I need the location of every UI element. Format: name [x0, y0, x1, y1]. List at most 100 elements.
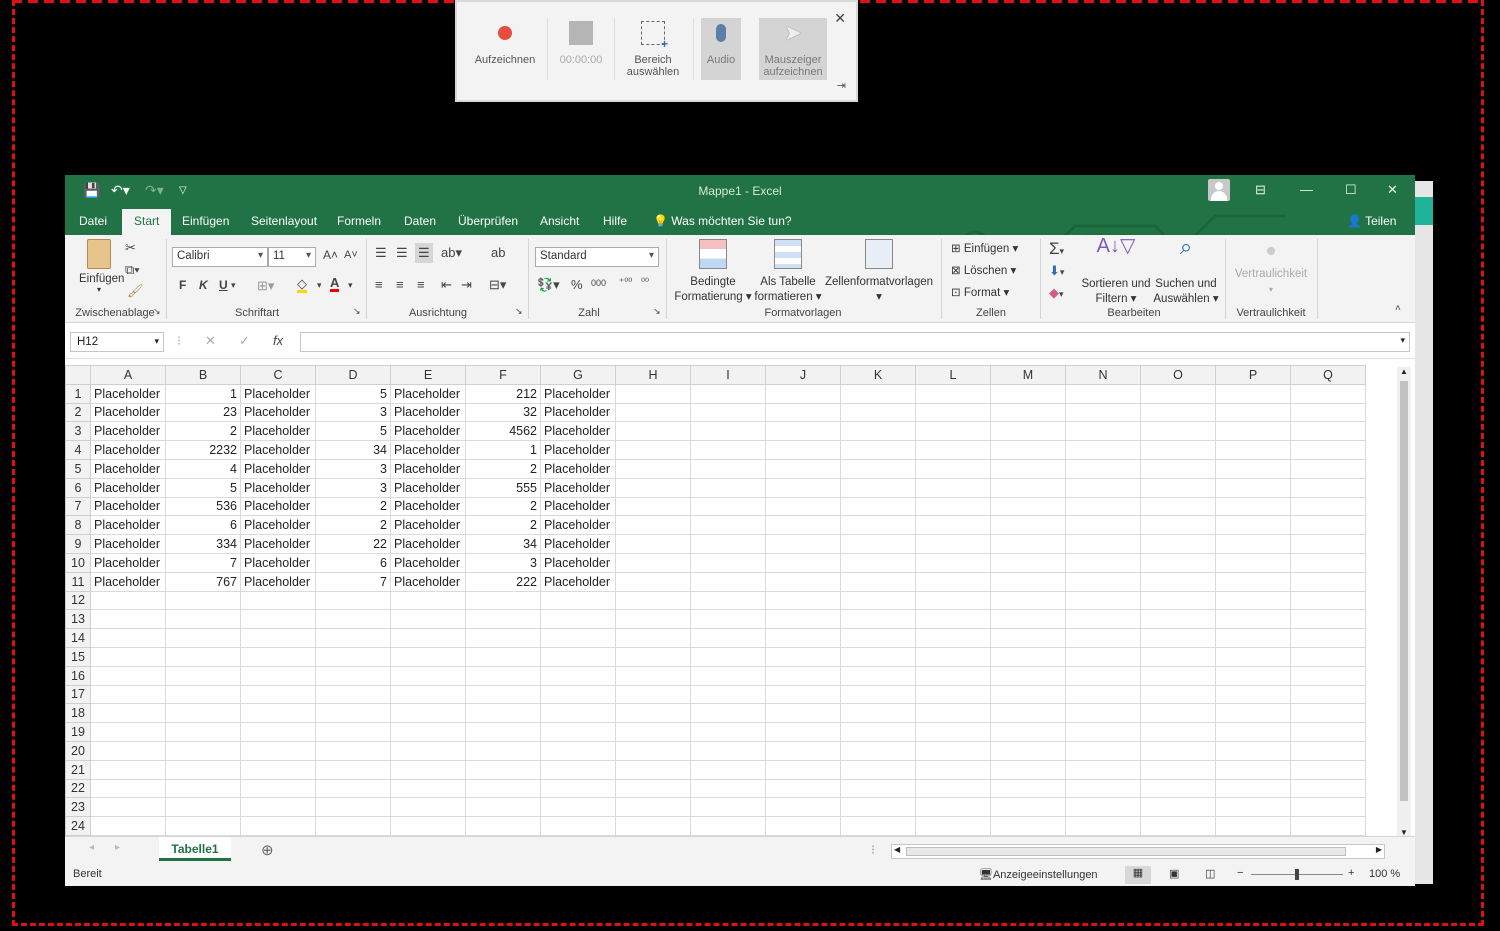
cell-n8[interactable]: [1065, 515, 1141, 536]
cell-q1[interactable]: [1290, 383, 1366, 404]
cell-o6[interactable]: [1140, 477, 1216, 498]
cell-q23[interactable]: [1290, 797, 1366, 818]
cell-i9[interactable]: [690, 534, 766, 554]
cell-p3[interactable]: [1215, 421, 1291, 442]
font-size-select[interactable]: 11 ▾: [268, 247, 316, 267]
cell-c15[interactable]: [240, 646, 316, 667]
delete-cells-button[interactable]: ⊠ Löschen ▾: [951, 263, 1016, 277]
cell-k8[interactable]: [840, 515, 916, 536]
cell-q5[interactable]: [1290, 458, 1366, 479]
cell-l15[interactable]: [915, 646, 991, 667]
cell-h13[interactable]: [615, 609, 691, 630]
align-right-icon[interactable]: ≡: [417, 277, 425, 292]
cell-m10[interactable]: [990, 552, 1066, 573]
cell-l10[interactable]: [915, 552, 991, 573]
cell-n6[interactable]: [1065, 477, 1141, 498]
cell-h16[interactable]: [615, 665, 691, 686]
close-icon[interactable]: ✕: [834, 10, 846, 27]
cell-e8[interactable]: Placeholder: [390, 515, 466, 536]
cell-e22[interactable]: [390, 778, 466, 799]
cell-m23[interactable]: [990, 797, 1066, 818]
cell-g12[interactable]: [540, 590, 616, 611]
cell-p21[interactable]: [1215, 759, 1291, 780]
cell-q6[interactable]: [1290, 477, 1366, 498]
row-header[interactable]: 6: [65, 477, 91, 498]
column-header-e[interactable]: E: [390, 365, 466, 385]
cell-o21[interactable]: [1140, 759, 1216, 780]
cell-j3[interactable]: [765, 421, 841, 442]
number-format-select[interactable]: Standard ▾: [535, 247, 659, 267]
cell-j9[interactable]: [765, 534, 841, 554]
column-header-g[interactable]: G: [540, 365, 616, 385]
row-header[interactable]: 3: [65, 421, 91, 442]
cell-d13[interactable]: [315, 609, 391, 630]
cell-l12[interactable]: [915, 590, 991, 611]
column-header-a[interactable]: A: [90, 365, 166, 385]
cell-a15[interactable]: [90, 646, 166, 667]
cell-a9[interactable]: Placeholder: [90, 534, 166, 554]
cell-m14[interactable]: [990, 628, 1066, 648]
cell-h17[interactable]: [615, 684, 691, 705]
cell-h6[interactable]: [615, 477, 691, 498]
cell-n17[interactable]: [1065, 684, 1141, 705]
cell-g10[interactable]: Placeholder: [540, 552, 616, 573]
column-header-j[interactable]: J: [765, 365, 841, 385]
percent-icon[interactable]: %: [571, 277, 583, 292]
cell-f5[interactable]: 2: [465, 458, 541, 479]
cell-m20[interactable]: [990, 740, 1066, 761]
cell-k13[interactable]: [840, 609, 916, 630]
cell-h7[interactable]: [615, 496, 691, 517]
cell-d1[interactable]: 5: [315, 383, 391, 404]
cell-g20[interactable]: [540, 740, 616, 761]
cell-q12[interactable]: [1290, 590, 1366, 611]
cell-n24[interactable]: [1065, 816, 1141, 836]
cell-c21[interactable]: [240, 759, 316, 780]
cell-f1[interactable]: 212: [465, 383, 541, 404]
cell-i20[interactable]: [690, 740, 766, 761]
cell-d22[interactable]: [315, 778, 391, 799]
cell-e13[interactable]: [390, 609, 466, 630]
cell-m9[interactable]: [990, 534, 1066, 554]
cell-j8[interactable]: [765, 515, 841, 536]
account-avatar[interactable]: [1208, 179, 1230, 201]
cell-o22[interactable]: [1140, 778, 1216, 799]
cell-styles-button[interactable]: Zellenformatvorlagen ▾: [823, 239, 935, 305]
cell-o1[interactable]: [1140, 383, 1216, 404]
row-header[interactable]: 1: [65, 383, 91, 404]
cell-b10[interactable]: 7: [165, 552, 241, 573]
cell-i10[interactable]: [690, 552, 766, 573]
cell-i2[interactable]: [690, 402, 766, 423]
cell-j7[interactable]: [765, 496, 841, 517]
cell-j12[interactable]: [765, 590, 841, 611]
cell-b19[interactable]: [165, 722, 241, 742]
cell-p8[interactable]: [1215, 515, 1291, 536]
cell-p16[interactable]: [1215, 665, 1291, 686]
cell-o12[interactable]: [1140, 590, 1216, 611]
cell-l21[interactable]: [915, 759, 991, 780]
cell-d4[interactable]: 34: [315, 440, 391, 460]
cell-c16[interactable]: [240, 665, 316, 686]
cell-q16[interactable]: [1290, 665, 1366, 686]
cell-n7[interactable]: [1065, 496, 1141, 517]
cell-d24[interactable]: [315, 816, 391, 836]
cell-e6[interactable]: Placeholder: [390, 477, 466, 498]
tab-page-layout[interactable]: Seitenlayout: [239, 211, 329, 235]
cell-i24[interactable]: [690, 816, 766, 836]
cell-i21[interactable]: [690, 759, 766, 780]
cell-d5[interactable]: 3: [315, 458, 391, 479]
cell-f3[interactable]: 4562: [465, 421, 541, 442]
cell-b7[interactable]: 536: [165, 496, 241, 517]
cell-a7[interactable]: Placeholder: [90, 496, 166, 517]
cell-e4[interactable]: Placeholder: [390, 440, 466, 460]
cell-a21[interactable]: [90, 759, 166, 780]
cell-h10[interactable]: [615, 552, 691, 573]
cell-n22[interactable]: [1065, 778, 1141, 799]
cell-a10[interactable]: Placeholder: [90, 552, 166, 573]
cell-k6[interactable]: [840, 477, 916, 498]
cell-g3[interactable]: Placeholder: [540, 421, 616, 442]
cell-d15[interactable]: [315, 646, 391, 667]
row-header[interactable]: 23: [65, 797, 91, 818]
cell-p5[interactable]: [1215, 458, 1291, 479]
cell-l24[interactable]: [915, 816, 991, 836]
cell-a22[interactable]: [90, 778, 166, 799]
